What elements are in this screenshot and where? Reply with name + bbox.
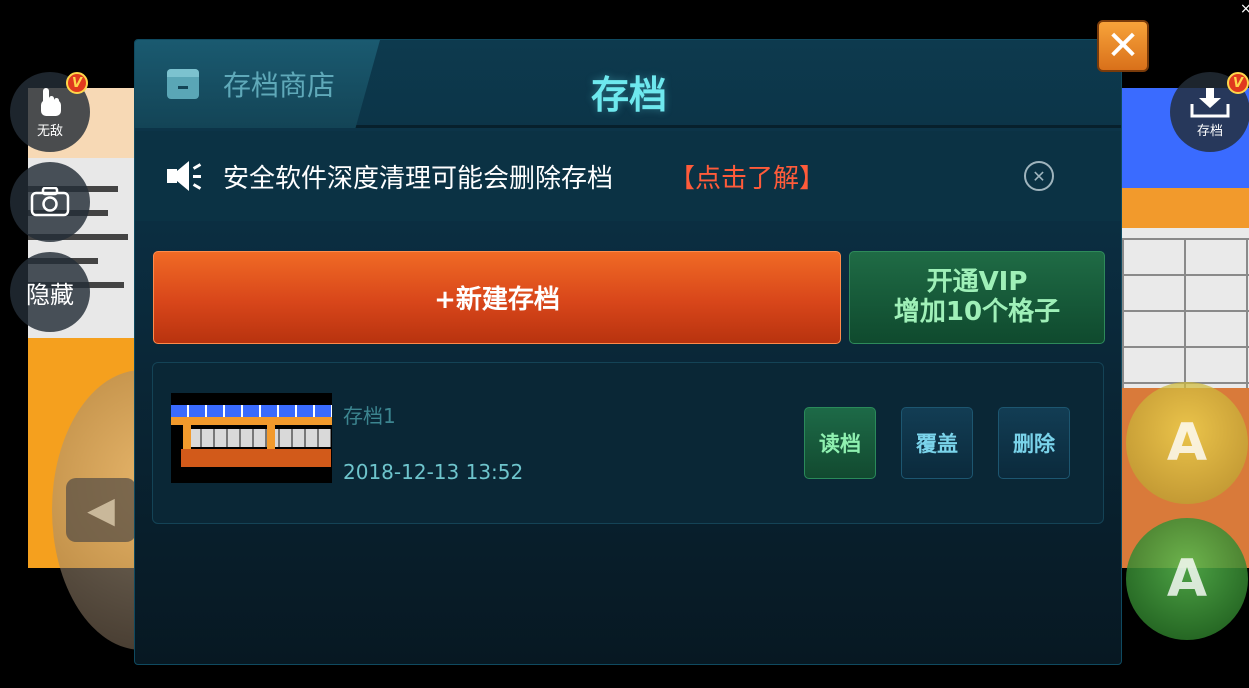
camera-icon [30, 187, 70, 217]
dpad-left-button[interactable]: ◀ [66, 478, 136, 542]
invincible-label: 无敌 [36, 123, 63, 139]
save-slot-time: 2018-12-13 13:52 [343, 460, 524, 484]
hide-label: 隐藏 [26, 280, 74, 309]
save-slot-name: 存档1 [343, 404, 396, 428]
close-icon: ✕ [1106, 23, 1140, 69]
save-slot: 存档1 2018-12-13 13:52 读档 覆盖 删除 [152, 362, 1104, 524]
a-button[interactable]: A [1126, 518, 1248, 640]
window-close-icon[interactable]: × [1240, 0, 1249, 18]
notice-bar: 安全软件深度清理可能会删除存档 【点击了解】 ✕ [135, 131, 1121, 221]
notice-text: 安全软件深度清理可能会删除存档 [223, 163, 614, 194]
new-save-button[interactable]: +新建存档 [153, 251, 841, 344]
speaker-icon [165, 159, 205, 193]
dialog-close-button[interactable]: ✕ [1097, 20, 1149, 72]
a-button-turbo-label: A [1166, 413, 1208, 473]
notice-learn-more-link[interactable]: 【点击了解】 [669, 158, 825, 195]
game-screen: ◀ A A 无敌 V 隐藏 存档 V × 存档商店 存档 安全软件深度清理可能会… [0, 0, 1249, 688]
vip-badge-save: V [1227, 72, 1249, 94]
download-tray-icon [1190, 87, 1230, 117]
notice-close-icon[interactable]: ✕ [1024, 161, 1054, 191]
save-thumbnail [171, 393, 332, 483]
tab-bar: 存档商店 存档 [135, 40, 1121, 128]
hide-button[interactable]: 隐藏 [10, 252, 90, 332]
screenshot-button[interactable] [10, 162, 90, 242]
save-dialog: 存档商店 存档 安全软件深度清理可能会删除存档 【点击了解】 ✕ +新建存档 开… [134, 39, 1122, 665]
delete-save-button[interactable]: 删除 [998, 407, 1070, 479]
hand-pointer-icon [41, 87, 61, 116]
a-button-label: A [1166, 549, 1208, 609]
quick-save-label: 存档 [1196, 123, 1223, 139]
load-save-button[interactable]: 读档 [804, 407, 876, 479]
a-button-turbo[interactable]: A [1126, 382, 1248, 504]
open-vip-line2: 增加10个格子 [893, 296, 1061, 327]
open-vip-button[interactable]: 开通VIP 增加10个格子 [849, 251, 1105, 344]
tab-save[interactable]: 存档 [135, 64, 1121, 119]
open-vip-line1: 开通VIP [926, 266, 1028, 297]
overwrite-save-button[interactable]: 覆盖 [901, 407, 973, 479]
vip-badge: V [66, 72, 88, 94]
